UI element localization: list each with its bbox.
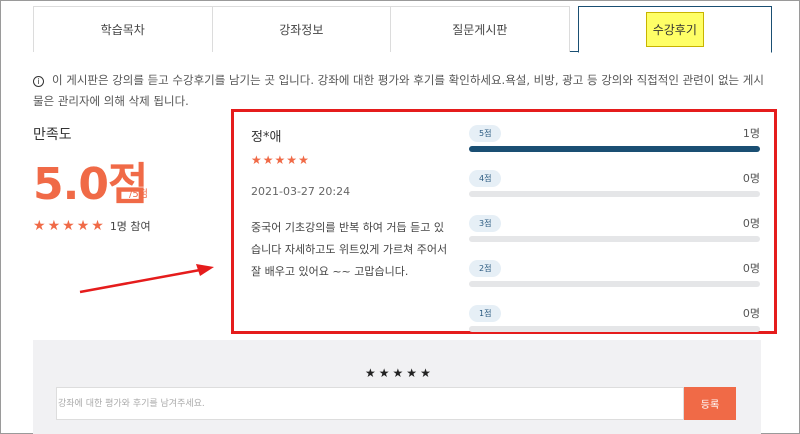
tab-label: 학습목차	[100, 23, 145, 37]
rating-label: 1점	[469, 305, 502, 322]
star-icon[interactable]: ★	[393, 367, 404, 379]
review-input[interactable]	[56, 387, 684, 420]
star-icon: ★	[274, 153, 286, 167]
star-icon: ★	[251, 153, 262, 167]
star-icon[interactable]: ★	[365, 367, 376, 379]
rating-bar-track	[469, 146, 760, 152]
rating-row: 2점 0명	[469, 257, 760, 302]
star-icon: ★	[298, 153, 309, 167]
tab-label: 강좌정보	[279, 23, 324, 37]
star-icon[interactable]: ★	[379, 367, 390, 379]
star-icon: ★	[91, 218, 104, 234]
rating-row: 4점 0명	[469, 167, 760, 212]
rating-count: 0명	[742, 172, 760, 185]
notice-text: 이 게시판은 강의를 듣고 수강후기를 남기는 곳 입니다. 강좌에 대한 평가…	[33, 73, 764, 108]
participant-count: 1명 참여	[109, 220, 151, 233]
rating-bar-track	[469, 281, 760, 287]
rating-label: 4점	[469, 170, 502, 187]
review-text: 중국어 기초강의를 반복 하여 거듭 듣고 있습니다 자세하고도 위트있게 가르…	[251, 221, 448, 278]
star-icon: ★	[262, 153, 274, 167]
rating-count: 0명	[742, 262, 760, 275]
satisfaction-stars: ★ ★ ★ ★ ★ 1명 참여	[33, 218, 151, 234]
star-icon: ★	[33, 218, 46, 234]
rating-label: 2점	[469, 260, 502, 277]
rating-row: 3점 0명	[469, 212, 760, 257]
satisfaction-score: 5.0점	[33, 159, 148, 210]
rating-count: 0명	[742, 217, 760, 230]
review-date: 2021-03-27 20:24	[251, 185, 351, 198]
rating-label: 3점	[469, 215, 502, 232]
tab-bar: 학습목차 강좌정보 질문게시판 수강후기	[33, 6, 772, 53]
star-icon: ★	[286, 153, 298, 167]
rating-count: 1명	[742, 127, 760, 140]
tab-qna-board[interactable]: 질문게시판	[390, 6, 570, 52]
rating-bar-fill	[469, 146, 760, 152]
tab-reviews[interactable]: 수강후기	[577, 6, 772, 53]
star-icon[interactable]: ★	[420, 367, 431, 379]
rating-row: 5점 1명	[469, 122, 760, 167]
board-notice: i이 게시판은 강의를 듣고 수강후기를 남기는 곳 입니다. 강좌에 대한 평…	[33, 70, 773, 112]
tab-label: 수강후기	[645, 12, 704, 47]
star-icon: ★	[62, 218, 75, 234]
rating-bar-track	[469, 326, 760, 332]
rating-distribution: 5점 1명 4점 0명 3점 0명 2점 0명 1점 0명	[469, 122, 760, 347]
review-stars: ★ ★ ★ ★ ★	[251, 154, 310, 166]
rating-label: 5점	[469, 125, 502, 142]
annotation-arrow-icon	[79, 264, 214, 294]
submit-review-button[interactable]: 등록	[684, 387, 736, 420]
rating-bar-track	[469, 191, 760, 197]
tab-course-info[interactable]: 강좌정보	[211, 6, 392, 52]
info-icon: i	[33, 76, 44, 87]
rating-count: 0명	[742, 307, 760, 320]
tab-curriculum[interactable]: 학습목차	[33, 6, 213, 52]
tab-label: 질문게시판	[452, 23, 508, 37]
rating-selector: ★ ★ ★ ★ ★	[365, 367, 434, 379]
rating-bar-track	[469, 236, 760, 242]
score-unit: /5점	[129, 189, 148, 200]
star-icon: ★	[47, 218, 61, 234]
satisfaction-label: 만족도	[33, 127, 72, 143]
review-author: 정*애	[251, 130, 282, 145]
star-icon[interactable]: ★	[406, 367, 417, 379]
star-icon: ★	[76, 218, 90, 234]
